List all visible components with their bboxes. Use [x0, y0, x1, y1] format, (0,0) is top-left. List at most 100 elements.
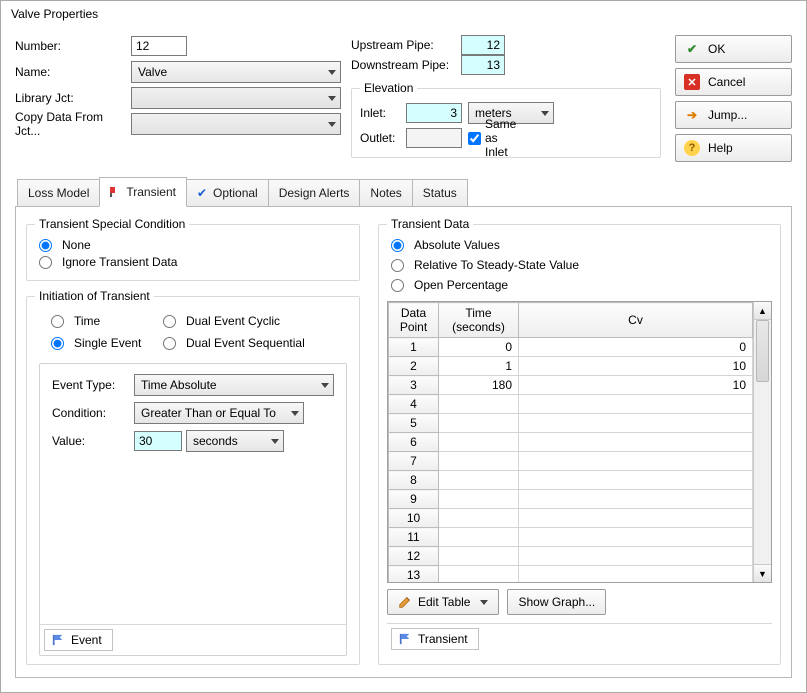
- col-cv[interactable]: Cv: [519, 303, 753, 338]
- radio-single-event[interactable]: Single Event: [49, 336, 157, 350]
- table-row[interactable]: 13: [389, 566, 753, 583]
- radio-dual-seq[interactable]: Dual Event Sequential: [161, 336, 327, 350]
- cancel-button[interactable]: ✕ Cancel: [675, 68, 792, 96]
- cell-time[interactable]: [439, 395, 519, 414]
- row-index: 3: [389, 376, 439, 395]
- col-point[interactable]: Data Point: [389, 303, 439, 338]
- cell-cv[interactable]: [519, 471, 753, 490]
- row-index: 1: [389, 338, 439, 357]
- jump-button[interactable]: ➔ Jump...: [675, 101, 792, 129]
- cell-time[interactable]: [439, 547, 519, 566]
- number-input[interactable]: [131, 36, 187, 56]
- table-row[interactable]: 318010: [389, 376, 753, 395]
- copy-label: Copy Data From Jct...: [15, 110, 131, 138]
- cell-time[interactable]: [439, 490, 519, 509]
- cell-time[interactable]: [439, 566, 519, 583]
- ok-label: OK: [708, 42, 725, 56]
- cell-time[interactable]: [439, 433, 519, 452]
- radio-absolute[interactable]: Absolute Values: [389, 238, 770, 252]
- radio-none[interactable]: None: [37, 238, 349, 252]
- table-row[interactable]: 4: [389, 395, 753, 414]
- value-input[interactable]: [134, 431, 182, 451]
- transient-table[interactable]: Data Point Time (seconds) Cv 10021103180…: [387, 301, 772, 583]
- event-type-combo[interactable]: Time Absolute: [134, 374, 334, 396]
- scroll-up-icon[interactable]: ▲: [754, 302, 771, 320]
- table-row[interactable]: 10: [389, 509, 753, 528]
- radio-time[interactable]: Time: [49, 314, 157, 328]
- tab-optional[interactable]: ✔ Optional: [186, 179, 269, 206]
- radio-ignore[interactable]: Ignore Transient Data: [37, 255, 349, 269]
- cell-cv[interactable]: [519, 509, 753, 528]
- name-value: Valve: [138, 65, 167, 79]
- cell-cv[interactable]: 10: [519, 376, 753, 395]
- edit-table-button[interactable]: Edit Table: [387, 589, 499, 615]
- cell-time[interactable]: 1: [439, 357, 519, 376]
- transient-data-group: Transient Data Absolute Values Relative …: [378, 217, 781, 665]
- scroll-down-icon[interactable]: ▼: [754, 564, 771, 582]
- scrollbar[interactable]: ▲ ▼: [753, 302, 771, 582]
- row-index: 8: [389, 471, 439, 490]
- transient-data-legend: Transient Data: [387, 217, 473, 231]
- cell-cv[interactable]: [519, 547, 753, 566]
- tab-loss-model[interactable]: Loss Model: [17, 179, 100, 206]
- inlet-input[interactable]: [406, 103, 462, 123]
- cell-cv[interactable]: [519, 414, 753, 433]
- initiation-legend: Initiation of Transient: [35, 289, 154, 303]
- condition-combo[interactable]: Greater Than or Equal To: [134, 402, 304, 424]
- cell-time[interactable]: [439, 452, 519, 471]
- table-row[interactable]: 11: [389, 528, 753, 547]
- downstream-label: Downstream Pipe:: [351, 58, 461, 72]
- table-row[interactable]: 8: [389, 471, 753, 490]
- same-as-inlet-checkbox[interactable]: [468, 132, 481, 145]
- table-row[interactable]: 100: [389, 338, 753, 357]
- library-label: Library Jct:: [15, 91, 131, 105]
- cell-time[interactable]: [439, 414, 519, 433]
- cell-cv[interactable]: [519, 395, 753, 414]
- ok-button[interactable]: ✔ OK: [675, 35, 792, 63]
- cell-cv[interactable]: 10: [519, 357, 753, 376]
- same-as-inlet-check[interactable]: Same as Inlet: [468, 117, 508, 159]
- initiation-group: Initiation of Transient Time Dual Event …: [26, 289, 360, 665]
- tab-notes[interactable]: Notes: [359, 179, 412, 206]
- help-button[interactable]: ? Help: [675, 134, 792, 162]
- tab-transient[interactable]: Transient: [99, 177, 187, 207]
- library-combo[interactable]: [131, 87, 341, 109]
- show-graph-button[interactable]: Show Graph...: [507, 589, 606, 615]
- tab-design-alerts[interactable]: Design Alerts: [268, 179, 361, 206]
- check-icon: ✔: [684, 41, 700, 57]
- radio-relative[interactable]: Relative To Steady-State Value: [389, 258, 770, 272]
- cell-time[interactable]: 0: [439, 338, 519, 357]
- cell-cv[interactable]: [519, 433, 753, 452]
- table-row[interactable]: 2110: [389, 357, 753, 376]
- table-row[interactable]: 6: [389, 433, 753, 452]
- transient-special-legend: Transient Special Condition: [35, 217, 189, 231]
- outlet-input: [406, 128, 462, 148]
- cell-time[interactable]: [439, 471, 519, 490]
- copy-combo[interactable]: [131, 113, 341, 135]
- col-time[interactable]: Time (seconds): [439, 303, 519, 338]
- table-row[interactable]: 9: [389, 490, 753, 509]
- radio-dual-cyclic[interactable]: Dual Event Cyclic: [161, 314, 327, 328]
- cell-time[interactable]: [439, 528, 519, 547]
- cell-time[interactable]: [439, 509, 519, 528]
- subtab-transient[interactable]: Transient: [391, 628, 479, 650]
- cell-cv[interactable]: 0: [519, 338, 753, 357]
- cell-cv[interactable]: [519, 452, 753, 471]
- table-row[interactable]: 12: [389, 547, 753, 566]
- row-index: 11: [389, 528, 439, 547]
- scroll-thumb[interactable]: [756, 320, 769, 382]
- table-row[interactable]: 7: [389, 452, 753, 471]
- cell-cv[interactable]: [519, 490, 753, 509]
- row-index: 12: [389, 547, 439, 566]
- tab-status[interactable]: Status: [412, 179, 468, 206]
- table-row[interactable]: 5: [389, 414, 753, 433]
- cell-cv[interactable]: [519, 528, 753, 547]
- cancel-label: Cancel: [708, 75, 745, 89]
- value-units-combo[interactable]: seconds: [186, 430, 284, 452]
- chevron-down-icon: [321, 383, 329, 388]
- cell-cv[interactable]: [519, 566, 753, 583]
- subtab-event[interactable]: Event: [44, 629, 113, 651]
- name-combo[interactable]: Valve: [131, 61, 341, 83]
- cell-time[interactable]: 180: [439, 376, 519, 395]
- radio-open-pct[interactable]: Open Percentage: [389, 278, 770, 292]
